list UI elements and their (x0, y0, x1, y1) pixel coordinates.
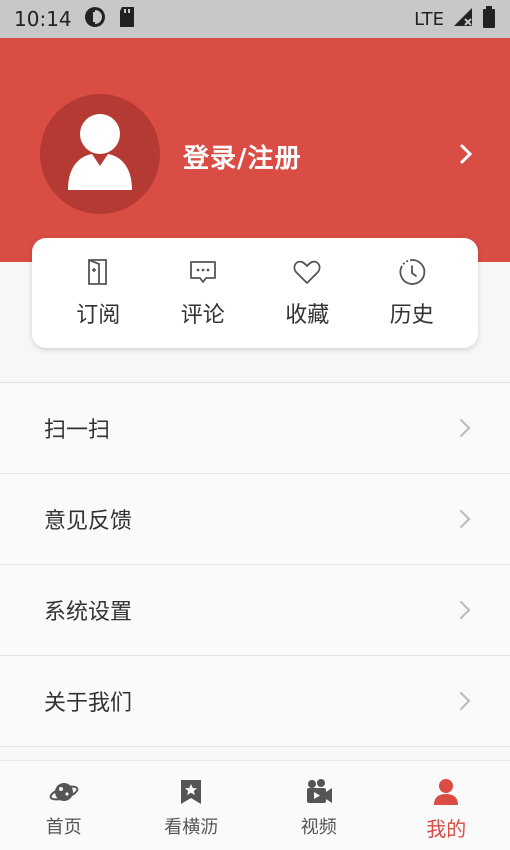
person-icon (431, 777, 461, 807)
menu-item-scan[interactable]: 扫一扫 (0, 383, 510, 474)
tab-kanhengli[interactable]: 看横沥 (128, 761, 256, 850)
sd-card-icon (118, 6, 136, 33)
tab-video[interactable]: 视频 (255, 761, 383, 850)
quick-action-label: 收藏 (285, 303, 330, 328)
chevron-right-icon[interactable] (456, 141, 476, 167)
quick-action-favorite[interactable]: 收藏 (262, 257, 352, 329)
battery-icon (482, 5, 496, 33)
menu-item-label: 关于我们 (44, 691, 133, 716)
tab-label: 视频 (300, 817, 337, 838)
tab-mine[interactable]: 我的 (383, 761, 510, 850)
tab-home[interactable]: 首页 (0, 761, 128, 850)
quick-action-subscribe[interactable]: 订阅 (53, 257, 143, 329)
subscribe-icon (83, 257, 113, 287)
app-status-icon (84, 6, 106, 33)
tab-label: 首页 (45, 817, 82, 838)
menu-item-about[interactable]: 关于我们 (0, 656, 510, 747)
chevron-right-icon (458, 508, 472, 530)
menu-item-label: 扫一扫 (44, 418, 111, 443)
status-time: 10:14 (14, 7, 72, 31)
profile-header[interactable]: 登录/注册 (0, 38, 510, 262)
menu-item-settings[interactable]: 系统设置 (0, 565, 510, 656)
quick-action-history[interactable]: 历史 (367, 257, 457, 329)
status-bar: 10:14 LTE (0, 0, 510, 38)
planet-icon (49, 777, 79, 807)
tab-label: 看横沥 (164, 817, 219, 838)
quick-action-label: 历史 (389, 303, 434, 328)
video-camera-icon (304, 777, 334, 807)
tab-label: 我的 (426, 817, 467, 841)
login-register-link[interactable]: 登录/注册 (183, 138, 302, 175)
network-type: LTE (414, 8, 444, 30)
comment-icon (188, 257, 218, 287)
heart-icon (292, 257, 322, 287)
menu-item-label: 系统设置 (44, 600, 133, 625)
quick-actions-card: 订阅 评论 收藏 历史 (32, 238, 478, 348)
chevron-right-icon (458, 599, 472, 621)
chevron-right-icon (458, 417, 472, 439)
chevron-right-icon (458, 690, 472, 712)
menu-item-feedback[interactable]: 意见反馈 (0, 474, 510, 565)
signal-icon (452, 6, 474, 33)
quick-action-comment[interactable]: 评论 (158, 257, 248, 329)
avatar[interactable] (40, 94, 160, 214)
settings-menu: 扫一扫 意见反馈 系统设置 关于我们 (0, 382, 510, 747)
quick-action-label: 评论 (180, 303, 225, 328)
bookmark-star-icon (176, 777, 206, 807)
history-icon (397, 257, 427, 287)
quick-action-label: 订阅 (76, 303, 121, 328)
bottom-tab-bar: 首页 看横沥 视频 我的 (0, 760, 510, 850)
menu-item-label: 意见反馈 (44, 509, 133, 534)
